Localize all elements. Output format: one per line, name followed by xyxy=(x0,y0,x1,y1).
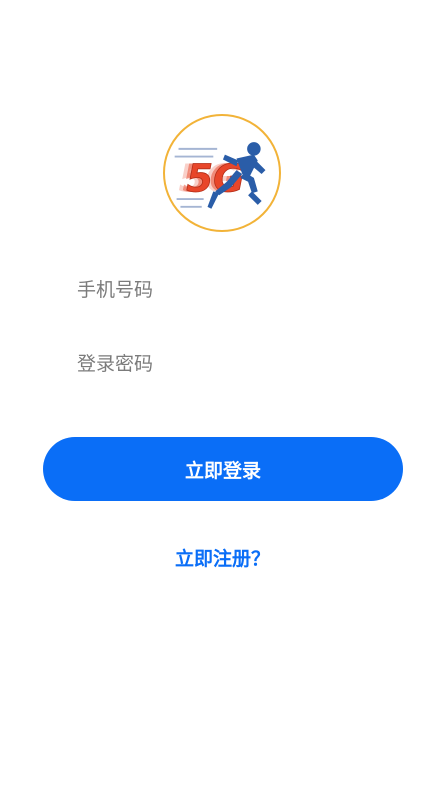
app-logo: 5G 5G 5G xyxy=(163,114,281,232)
login-button[interactable]: 立即登录 xyxy=(43,437,403,501)
phone-number-input[interactable] xyxy=(77,270,377,310)
register-link[interactable]: 立即注册？ xyxy=(0,544,445,571)
password-input[interactable] xyxy=(77,344,377,384)
sprinter-logo-icon: 5G 5G 5G xyxy=(174,142,266,209)
